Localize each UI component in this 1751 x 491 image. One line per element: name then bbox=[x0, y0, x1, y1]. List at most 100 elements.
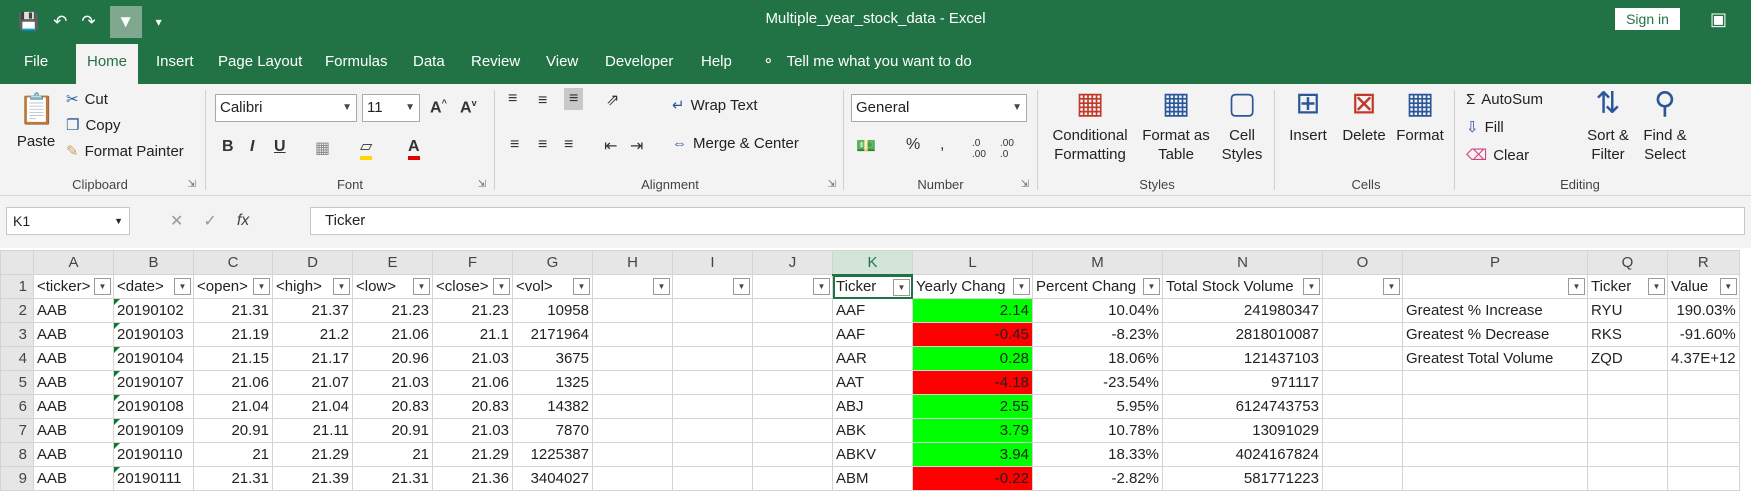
row-header[interactable]: 4 bbox=[0, 346, 34, 371]
cell-c[interactable]: 21.15 bbox=[193, 346, 273, 371]
cell-k[interactable]: AAR bbox=[832, 346, 913, 371]
cell-e[interactable]: 20.96 bbox=[352, 346, 433, 371]
cell-p[interactable] bbox=[1402, 418, 1588, 443]
increase-decimal-icon[interactable]: .0.00 bbox=[972, 138, 986, 160]
cell-k[interactable]: ABK bbox=[832, 418, 913, 443]
header-cell[interactable]: ▼ bbox=[672, 274, 753, 299]
cell-m[interactable]: 10.78% bbox=[1032, 418, 1163, 443]
cell-o[interactable] bbox=[1322, 370, 1403, 395]
autosum-button[interactable]: Σ AutoSum bbox=[1466, 90, 1543, 110]
cell-g[interactable]: 1225387 bbox=[512, 442, 593, 467]
header-cell[interactable]: <ticker> ▼ bbox=[33, 274, 114, 299]
cell-n[interactable]: 2818010087 bbox=[1162, 322, 1323, 347]
cell-j[interactable] bbox=[752, 394, 833, 419]
cell-h[interactable] bbox=[592, 418, 673, 443]
cell-h[interactable] bbox=[592, 370, 673, 395]
cell-r[interactable] bbox=[1667, 370, 1740, 395]
column-header[interactable]: N bbox=[1162, 250, 1323, 275]
borders-icon[interactable]: ▦ bbox=[315, 138, 330, 158]
column-header[interactable]: R bbox=[1667, 250, 1740, 275]
conditional-formatting-button[interactable]: ▦ Conditional Formatting bbox=[1044, 86, 1136, 164]
cell-c[interactable]: 21.04 bbox=[193, 394, 273, 419]
row-header[interactable]: 1 bbox=[0, 274, 34, 299]
filter-dropdown-icon[interactable]: ▼ bbox=[1719, 278, 1737, 295]
cell-r[interactable] bbox=[1667, 394, 1740, 419]
cell-f[interactable]: 21.03 bbox=[432, 418, 513, 443]
delete-cells-button[interactable]: ⊠ Delete bbox=[1338, 86, 1390, 145]
cell-i[interactable] bbox=[672, 346, 753, 371]
sort-filter-button[interactable]: ⇅ Sort & Filter bbox=[1580, 86, 1636, 164]
cell-r[interactable]: 4.37E+12 bbox=[1667, 346, 1740, 371]
orientation-icon[interactable]: ⇗ bbox=[606, 90, 619, 110]
font-color-icon[interactable]: A bbox=[408, 138, 420, 160]
filter-dropdown-icon[interactable]: ▼ bbox=[653, 278, 670, 295]
font-name-field[interactable]: Calibri ▼ bbox=[215, 94, 357, 122]
insert-cells-button[interactable]: ⊞ Insert bbox=[1282, 86, 1334, 145]
cell-d[interactable]: 21.07 bbox=[272, 370, 353, 395]
tell-me-box[interactable]: ⚬ Tell me what you want to do bbox=[762, 47, 972, 77]
cell-r[interactable] bbox=[1667, 418, 1740, 443]
tab-home[interactable]: Home bbox=[76, 44, 139, 84]
cell-n[interactable]: 971117 bbox=[1162, 370, 1323, 395]
header-cell[interactable]: <high> ▼ bbox=[272, 274, 353, 299]
cell-k[interactable]: ABM bbox=[832, 466, 913, 491]
cell-p[interactable] bbox=[1402, 394, 1588, 419]
filter-dropdown-icon[interactable]: ▼ bbox=[1383, 278, 1400, 295]
cell-j[interactable] bbox=[752, 298, 833, 323]
cell-q[interactable]: ZQD bbox=[1587, 346, 1668, 371]
sign-in-button[interactable]: Sign in bbox=[1615, 8, 1680, 30]
cancel-icon[interactable]: ✕ bbox=[170, 211, 183, 231]
cell-e[interactable]: 20.91 bbox=[352, 418, 433, 443]
column-header[interactable]: C bbox=[193, 250, 273, 275]
filter-dropdown-icon[interactable]: ▼ bbox=[1648, 278, 1665, 295]
number-format-field[interactable]: General ▼ bbox=[851, 94, 1027, 122]
cell-i[interactable] bbox=[672, 442, 753, 467]
cell-o[interactable] bbox=[1322, 466, 1403, 491]
ribbon-display-options-icon[interactable]: ▣ bbox=[1710, 8, 1727, 30]
cell-h[interactable] bbox=[592, 394, 673, 419]
cell-m[interactable]: -2.82% bbox=[1032, 466, 1163, 491]
fill-button[interactable]: ⇩ Fill bbox=[1466, 118, 1504, 138]
cell-q[interactable] bbox=[1587, 370, 1668, 395]
cell-g[interactable]: 14382 bbox=[512, 394, 593, 419]
cell-l[interactable]: 3.79 bbox=[912, 418, 1033, 443]
align-right-icon[interactable]: ≡ bbox=[564, 136, 573, 154]
active-cell[interactable]: Ticker ▼ bbox=[832, 274, 913, 299]
cell-b[interactable]: 20190110 bbox=[113, 442, 194, 467]
row-header[interactable]: 8 bbox=[0, 442, 34, 467]
column-header[interactable]: O bbox=[1322, 250, 1403, 275]
cell-h[interactable] bbox=[592, 346, 673, 371]
cell-o[interactable] bbox=[1322, 394, 1403, 419]
cell-c[interactable]: 21.06 bbox=[193, 370, 273, 395]
cell-a[interactable]: AAB bbox=[33, 466, 114, 491]
cell-o[interactable] bbox=[1322, 442, 1403, 467]
cell-j[interactable] bbox=[752, 346, 833, 371]
align-left-icon[interactable]: ≡ bbox=[510, 136, 519, 154]
italic-button[interactable]: I bbox=[250, 138, 254, 156]
header-cell[interactable]: ▼ bbox=[1402, 274, 1588, 299]
alignment-launcher-icon[interactable]: ⇲ bbox=[828, 179, 836, 190]
accounting-format-icon[interactable]: 💵 bbox=[856, 136, 876, 156]
cell-h[interactable] bbox=[592, 322, 673, 347]
cell-g[interactable]: 3404027 bbox=[512, 466, 593, 491]
cell-p[interactable]: Greatest % Increase bbox=[1402, 298, 1588, 323]
cell-n[interactable]: 241980347 bbox=[1162, 298, 1323, 323]
cell-j[interactable] bbox=[752, 442, 833, 467]
clear-button[interactable]: ⌫ Clear bbox=[1466, 146, 1529, 166]
cell-p[interactable]: Greatest Total Volume bbox=[1402, 346, 1588, 371]
cell-l[interactable]: 2.14 bbox=[912, 298, 1033, 323]
cell-d[interactable]: 21.17 bbox=[272, 346, 353, 371]
bold-button[interactable]: B bbox=[222, 138, 234, 156]
cell-h[interactable] bbox=[592, 466, 673, 491]
header-cell[interactable]: Total Stock Volume ▼ bbox=[1162, 274, 1323, 299]
cell-d[interactable]: 21.2 bbox=[272, 322, 353, 347]
header-cell[interactable]: Percent Chang ▼ bbox=[1032, 274, 1163, 299]
number-launcher-icon[interactable]: ⇲ bbox=[1021, 179, 1029, 190]
cell-m[interactable]: 18.33% bbox=[1032, 442, 1163, 467]
column-header[interactable]: A bbox=[33, 250, 114, 275]
cell-m[interactable]: 18.06% bbox=[1032, 346, 1163, 371]
comma-style-icon[interactable]: , bbox=[940, 136, 944, 154]
cell-f[interactable]: 21.29 bbox=[432, 442, 513, 467]
cell-b[interactable]: 20190111 bbox=[113, 466, 194, 491]
cell-c[interactable]: 21.31 bbox=[193, 466, 273, 491]
